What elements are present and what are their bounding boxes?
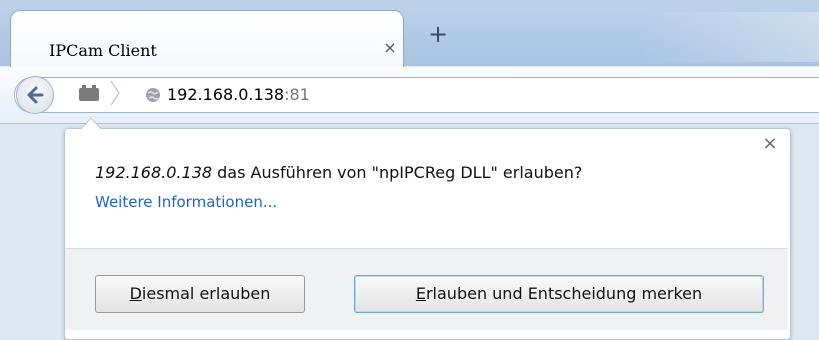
url-text[interactable]: 192.168.0.138:81 xyxy=(167,85,310,104)
allow-once-accel: D xyxy=(129,284,142,303)
tab-ipcam-client[interactable]: IPCam Client × xyxy=(10,10,404,69)
doorhanger-message-text: das Ausführen von "npIPCReg DLL" erlaube… xyxy=(212,163,583,182)
allow-remember-label: rlauben und Entscheidung merken xyxy=(425,284,703,303)
allow-once-label: iesmal erlauben xyxy=(141,284,271,303)
url-bar[interactable] xyxy=(14,77,819,113)
doorhanger-arrow xyxy=(80,117,102,130)
identity-separator xyxy=(110,80,120,106)
doorhanger-host: 192.168.0.138 xyxy=(95,163,213,182)
tab-title: IPCam Client xyxy=(49,41,157,60)
doorhanger-close-icon[interactable]: × xyxy=(761,135,779,153)
allow-remember-accel: E xyxy=(415,284,426,303)
more-info-link[interactable]: Weitere Informationen... xyxy=(95,193,277,211)
url-port: :81 xyxy=(284,85,310,104)
back-arrow-icon xyxy=(27,86,44,104)
allow-and-remember-button[interactable]: Erlauben und Entscheidung merken xyxy=(354,275,764,313)
url-host: 192.168.0.138 xyxy=(167,85,285,104)
plugin-icon[interactable] xyxy=(78,84,100,102)
doorhanger-message: 192.168.0.138 das Ausführen von "npIPCRe… xyxy=(95,163,582,182)
tab-strip: IPCam Client × + xyxy=(0,0,819,69)
window-glass xyxy=(640,12,819,62)
navigation-bar xyxy=(0,67,819,124)
new-tab-button[interactable]: + xyxy=(426,22,450,46)
allow-once-button[interactable]: Diesmal erlauben xyxy=(95,275,305,313)
tab-close-icon[interactable]: × xyxy=(381,39,399,57)
globe-icon xyxy=(146,88,160,102)
back-button[interactable] xyxy=(16,76,54,114)
